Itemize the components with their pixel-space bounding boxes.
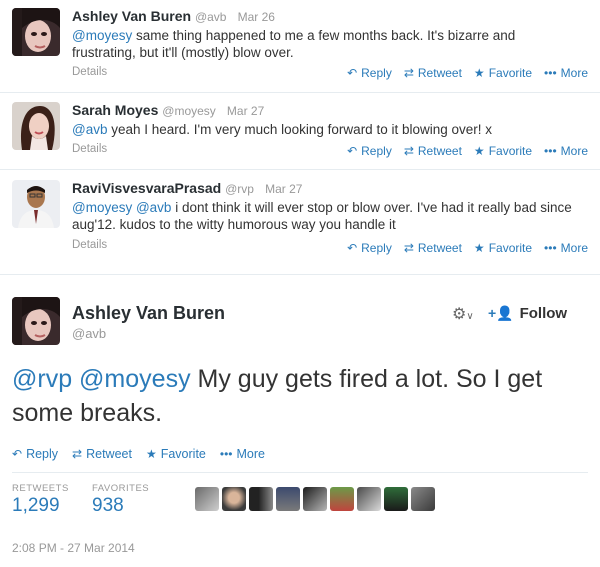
star-icon: ★ [473, 144, 485, 158]
more-button[interactable]: ••• More [544, 241, 588, 255]
author-name[interactable]: Ashley Van Buren [72, 8, 191, 24]
ellipsis-icon: ••• [219, 447, 233, 461]
favoriters-avatars [195, 487, 435, 511]
author-handle[interactable]: @rvp [225, 182, 254, 196]
ellipsis-icon: ••• [544, 66, 557, 80]
author-name[interactable]: Ashley Van Buren [72, 303, 225, 324]
retweet-button[interactable]: ⇄ Retweet [404, 66, 462, 80]
author-name[interactable]: Sarah Moyes [72, 102, 158, 118]
tweet-text: @rvp @moyesy My guy gets fired a lot. So… [12, 362, 592, 430]
tweet-actions: ↶ Reply ⇄ Retweet ★ Favorite ••• More [12, 447, 265, 461]
avatar[interactable] [12, 297, 60, 345]
reply-arrow-icon: ↶ [347, 66, 358, 80]
avatar[interactable] [303, 487, 327, 511]
retweet-icon: ⇄ [72, 447, 83, 461]
favorites-label: FAVORITES [92, 483, 150, 494]
avatar[interactable] [384, 487, 408, 511]
reply-tweet: Ashley Van Buren @avb Mar 26 @moyesy sam… [0, 8, 600, 88]
avatar[interactable] [330, 487, 354, 511]
favorite-button[interactable]: ★ Favorite [474, 241, 532, 255]
reply-button[interactable]: ↶ Reply [12, 447, 58, 461]
mention-link[interactable]: @avb [72, 122, 107, 137]
avatar[interactable] [276, 487, 300, 511]
tweet-text: @avb yeah I heard. I'm very much looking… [72, 121, 577, 138]
retweet-icon: ⇄ [403, 66, 414, 80]
divider [0, 92, 600, 93]
favorite-button[interactable]: ★ Favorite [474, 144, 532, 158]
follow-button[interactable]: +👤 Follow [488, 298, 588, 328]
author-handle[interactable]: @moyesy [162, 104, 216, 118]
tweet-actions: ↶ Reply ⇄ Retweet ★ Favorite ••• More [347, 66, 588, 80]
reply-header: Sarah Moyes @moyesy Mar 27 [72, 102, 264, 118]
reply-button[interactable]: ↶ Reply [347, 66, 392, 80]
more-button[interactable]: ••• More [544, 66, 588, 80]
tweet-date[interactable]: Mar 27 [227, 104, 264, 118]
author-handle[interactable]: @avb [195, 10, 227, 24]
retweet-icon: ⇄ [403, 144, 414, 158]
retweet-button[interactable]: ⇄ Retweet [72, 447, 132, 461]
details-link[interactable]: Details [72, 66, 107, 78]
more-button[interactable]: ••• More [544, 144, 588, 158]
author-name[interactable]: RaviVisvesvaraPrasad [72, 180, 221, 196]
mention-link[interactable]: @moyesy @avb [72, 200, 171, 215]
chevron-down-icon: ∨ [466, 311, 474, 322]
retweets-label: RETWEETS [12, 483, 69, 494]
author-handle[interactable]: @avb [72, 326, 106, 341]
favorites-count[interactable]: 938 [92, 495, 124, 517]
avatar[interactable] [249, 487, 273, 511]
reply-button[interactable]: ↶ Reply [347, 241, 392, 255]
gear-icon: ⚙ [452, 306, 467, 323]
favorite-button[interactable]: ★ Favorite [474, 66, 532, 80]
more-button[interactable]: ••• More [220, 447, 265, 461]
mention-link[interactable]: @moyesy [72, 28, 132, 43]
avatar[interactable] [12, 102, 60, 150]
divider [0, 274, 600, 275]
tweet-timestamp[interactable]: 2:08 PM - 27 Mar 2014 [12, 541, 135, 555]
avatar[interactable] [12, 8, 60, 56]
favorite-button[interactable]: ★ Favorite [146, 447, 206, 461]
tweet-body: yeah I heard. I'm very much looking forw… [111, 122, 492, 137]
mention-link[interactable]: @rvp @moyesy [12, 365, 191, 393]
details-link[interactable]: Details [72, 239, 107, 251]
tweet-date[interactable]: Mar 27 [265, 182, 302, 196]
reply-arrow-icon: ↶ [347, 144, 358, 158]
avatar[interactable] [222, 487, 246, 511]
reply-tweet: Sarah Moyes @moyesy Mar 27 @avb yeah I h… [0, 102, 600, 164]
tweet-text: @moyesy same thing happened to me a few … [72, 27, 577, 61]
avatar[interactable] [411, 487, 435, 511]
tweet-actions: ↶ Reply ⇄ Retweet ★ Favorite ••• More [347, 144, 588, 158]
avatar[interactable] [357, 487, 381, 511]
add-user-icon: +👤 [488, 304, 514, 321]
settings-dropdown[interactable]: ⚙∨ [452, 304, 474, 324]
reply-header: RaviVisvesvaraPrasad @rvp Mar 27 [72, 180, 302, 196]
tweet-actions: ↶ Reply ⇄ Retweet ★ Favorite ••• More [347, 241, 588, 255]
ellipsis-icon: ••• [544, 144, 557, 158]
star-icon: ★ [473, 66, 485, 80]
ellipsis-icon: ••• [544, 241, 557, 255]
tweet-body: same thing happened to me a few months b… [72, 28, 516, 60]
reply-arrow-icon: ↶ [12, 447, 23, 461]
retweet-button[interactable]: ⇄ Retweet [404, 241, 462, 255]
reply-header: Ashley Van Buren @avb Mar 26 [72, 8, 275, 24]
avatar[interactable] [12, 180, 60, 228]
retweet-icon: ⇄ [403, 241, 414, 255]
divider [12, 472, 588, 473]
reply-tweet: RaviVisvesvaraPrasad @rvp Mar 27 @moyesy… [0, 180, 600, 260]
tweet-text: @moyesy @avb i dont think it will ever s… [72, 199, 577, 233]
reply-arrow-icon: ↶ [347, 241, 358, 255]
retweets-count[interactable]: 1,299 [12, 495, 60, 517]
star-icon: ★ [473, 241, 485, 255]
divider [0, 169, 600, 170]
reply-button[interactable]: ↶ Reply [347, 144, 392, 158]
star-icon: ★ [145, 447, 157, 461]
details-link[interactable]: Details [72, 143, 107, 155]
follow-label: Follow [519, 304, 568, 322]
tweet-date[interactable]: Mar 26 [238, 10, 275, 24]
avatar[interactable] [195, 487, 219, 511]
retweet-button[interactable]: ⇄ Retweet [404, 144, 462, 158]
